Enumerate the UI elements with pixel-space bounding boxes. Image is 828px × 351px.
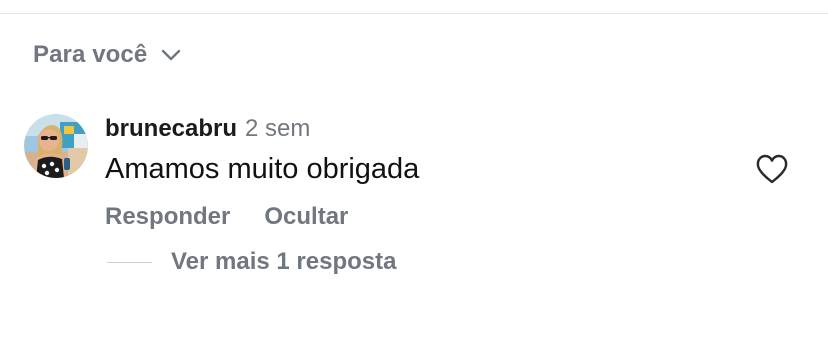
- comment-header: brunecabru 2 sem: [105, 115, 310, 147]
- reply-thread-line: [107, 261, 152, 263]
- view-replies-label: Ver mais 1 resposta: [171, 248, 397, 275]
- comment-time: 2 sem: [245, 115, 311, 142]
- top-divider: [0, 13, 828, 14]
- comment-username[interactable]: brunecabru: [105, 115, 237, 143]
- sort-selector[interactable]: Para você: [33, 38, 181, 72]
- hide-button[interactable]: Ocultar: [264, 203, 348, 231]
- reply-button[interactable]: Responder: [105, 203, 230, 231]
- comment-text: Amamos muito obrigada: [105, 153, 420, 185]
- comment-actions: Responder Ocultar: [105, 203, 348, 231]
- sort-label: Para você: [33, 41, 148, 68]
- chevron-down-icon: [161, 48, 181, 62]
- avatar[interactable]: [24, 114, 88, 178]
- heart-icon[interactable]: [755, 153, 789, 185]
- view-replies-button[interactable]: Ver mais 1 resposta: [107, 246, 396, 278]
